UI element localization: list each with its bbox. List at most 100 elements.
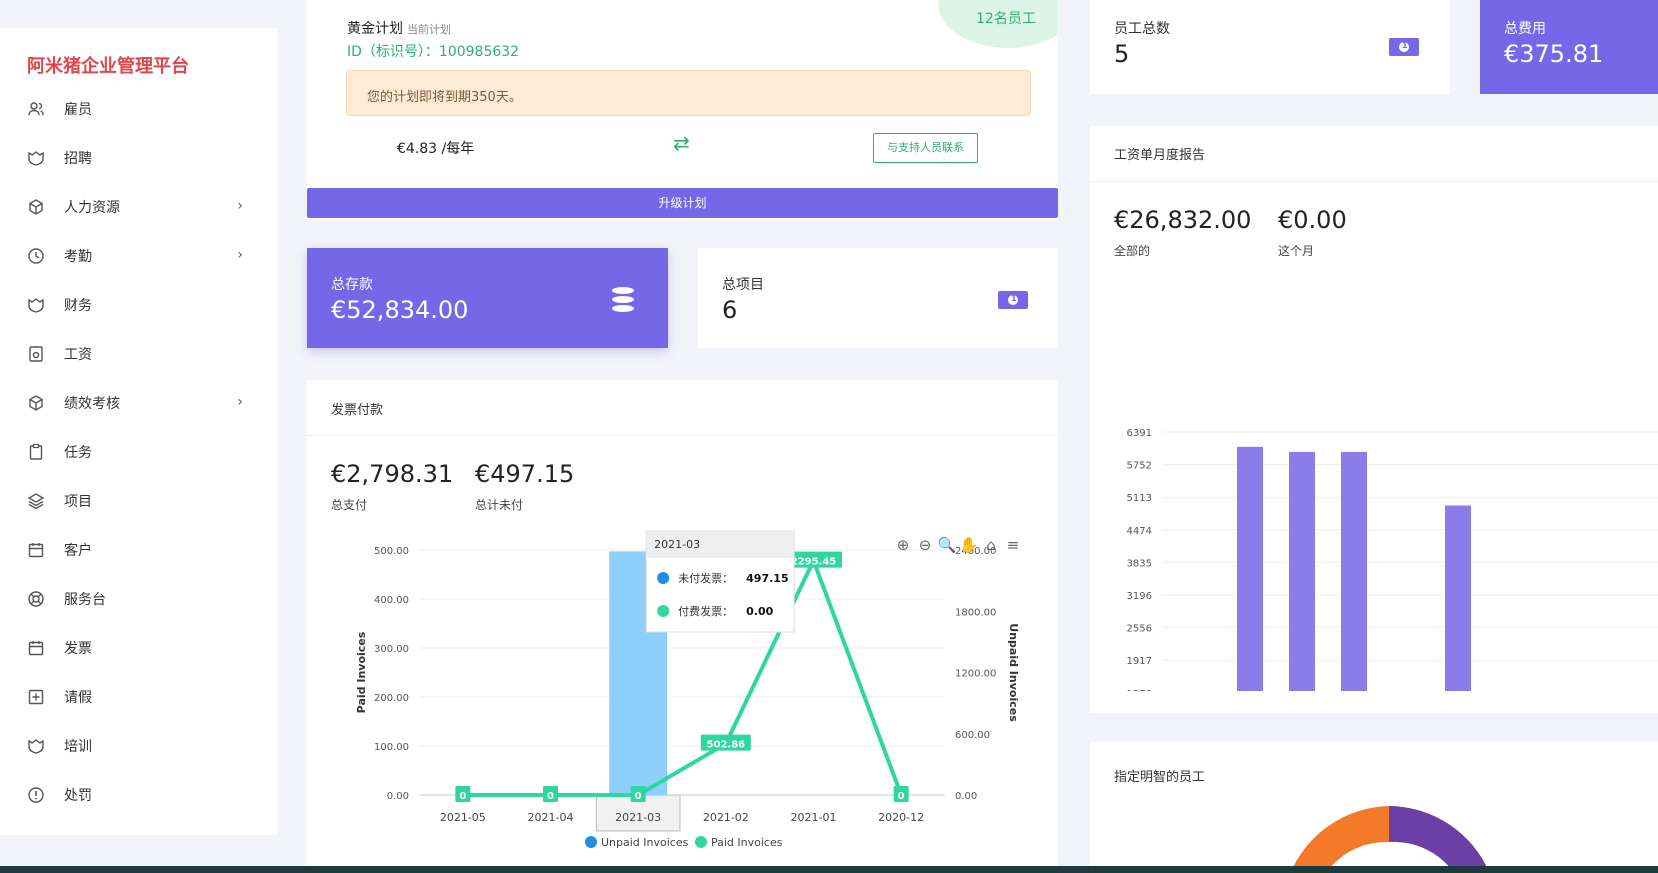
data-label: 0 (459, 791, 466, 802)
sidebar-item[interactable]: 培训 (0, 721, 277, 770)
y-tick-right: 1800.00 (955, 607, 996, 618)
bar-payroll (1289, 451, 1315, 691)
y-tick-left: 200.00 (374, 693, 409, 704)
payroll-section-title: 工资单月度报告 (1114, 148, 1206, 163)
zoom-out-icon[interactable]: ⊖ (919, 536, 932, 554)
sidebar-item[interactable]: 人力资源 › (0, 182, 277, 231)
sidebar-item[interactable]: 项目 (0, 476, 277, 525)
invoice-section-title: 发票付款 (331, 403, 384, 418)
total-projects-card: 总项目 6 (698, 248, 1058, 348)
total-projects-value: 6 (722, 296, 738, 324)
y-tick-right: 0.00 (955, 791, 977, 802)
tooltip-value: 497.15 (746, 572, 788, 585)
tooltip-value: 0.00 (746, 605, 773, 618)
current-plan-tag: 当前计划 (407, 23, 451, 36)
clipboard-icon (26, 442, 46, 462)
sidebar-item[interactable]: 请假 (0, 672, 277, 721)
legend-label: Paid Invoices (711, 836, 783, 849)
sidebar-item[interactable]: 雇员 (0, 84, 277, 133)
sidebar-item-label: 人力资源 (64, 199, 120, 216)
sidebar-item-label: 服务台 (64, 591, 106, 608)
sidebar-item-label: 招聘 (64, 150, 92, 167)
sidebar-item[interactable]: 任务 (0, 427, 277, 476)
contact-support-button[interactable]: 与支持人员联系 (873, 133, 978, 163)
total-paid-value: €2,798.31 (331, 460, 454, 488)
payroll-total-label: 全部的 (1114, 244, 1151, 258)
sidebar-item-label: 工资 (64, 346, 92, 363)
sidebar-item[interactable]: 绩效考核 › (0, 378, 277, 427)
total-cost-card: 总费用 €375.81 (1480, 0, 1658, 94)
y-tick: 4474 (1127, 526, 1152, 537)
y-tick: 1278 (1127, 689, 1152, 691)
sidebar-item-label: 财务 (64, 297, 92, 314)
calendar-icon (26, 638, 46, 658)
alert-circle-icon (26, 785, 46, 805)
sidebar: 阿米猪企业管理平台 雇员 招聘 人力资源 › 考勤 › 财务 工资 绩效考核 › 任务 项目 客户 服务台… (0, 28, 277, 835)
total-unpaid-label: 总计未付 (475, 498, 524, 512)
y-axis-label-left: Paid Invoices (355, 631, 368, 713)
sidebar-item[interactable]: 客户 (0, 525, 277, 574)
badge-icon (26, 148, 46, 168)
total-employees-card: 员工总数 5 (1090, 0, 1450, 94)
sidebar-item[interactable]: 工资 (0, 329, 277, 378)
donut-segment-orange (1290, 806, 1389, 873)
menu-icon[interactable]: ≡ (1007, 536, 1020, 554)
x-tick-label: 2021-01 (791, 811, 837, 824)
cube-icon (26, 197, 46, 217)
pan-icon[interactable]: ✋ (960, 536, 979, 554)
zoom-in-icon[interactable]: ⊕ (897, 536, 910, 554)
x-tick-label: 2020-12 (878, 811, 924, 824)
y-tick: 3835 (1127, 558, 1152, 569)
expiry-alert: 您的计划即将到期350天。 (346, 70, 1031, 116)
x-tick-label: 2021-03 (615, 811, 661, 824)
chevron-right-icon: › (237, 247, 243, 263)
total-unpaid-value: €497.15 (475, 460, 575, 488)
sidebar-item-label: 培训 (64, 738, 92, 755)
legend-item[interactable]: Unpaid Invoices (585, 836, 689, 849)
users-icon (26, 99, 46, 119)
data-label: 0 (635, 791, 642, 802)
sidebar-item-label: 处罚 (64, 787, 92, 804)
x-tick-label: 2021-02 (703, 811, 749, 824)
tooltip-marker-unpaid (657, 572, 670, 584)
tooltip-label: 未付发票： (678, 571, 733, 585)
total-employees-label: 员工总数 (1114, 21, 1170, 37)
divider (307, 435, 1058, 436)
x-tick-label: 2021-05 (440, 811, 486, 824)
money-icon (998, 291, 1028, 309)
invoice-chart: 0.00 100.00 200.00 300.00 400.00 500.00 0.00 60… (355, 530, 1020, 849)
sidebar-item-label: 绩效考核 (64, 395, 120, 412)
home-icon[interactable]: ⌂ (986, 536, 996, 554)
sidebar-item[interactable]: 服务台 (0, 574, 277, 623)
y-tick-left: 100.00 (374, 742, 409, 753)
total-employees-value: 5 (1114, 40, 1130, 68)
total-cost-value: €375.81 (1504, 40, 1604, 68)
donut-chart (1290, 806, 1490, 873)
payroll-report-card: 工资单月度报告 €26,832.00 全部的 €0.00 这个月 0639127… (1090, 126, 1658, 713)
sidebar-item-label: 考勤 (64, 248, 92, 265)
sidebar-item[interactable]: 考勤 › (0, 231, 277, 280)
sidebar-item-label: 客户 (64, 542, 92, 559)
magnifier-icon[interactable]: 🔍 (938, 535, 957, 554)
data-label: 2295.45 (791, 557, 837, 568)
cube-icon (26, 393, 46, 413)
plan-id: ID（标识号）：100985632 (347, 44, 520, 60)
sidebar-item[interactable]: 招聘 (0, 133, 277, 182)
legend-item[interactable]: Paid Invoices (695, 836, 783, 849)
total-paid-label: 总支付 (331, 498, 368, 512)
brand-title: 阿米猪企业管理平台 (27, 56, 189, 77)
database-icon (612, 287, 634, 313)
swap-icon[interactable]: ⇄ (673, 131, 690, 155)
sidebar-item[interactable]: 处罚 (0, 770, 277, 819)
bar-payroll (1445, 505, 1471, 691)
sidebar-item-label: 雇员 (64, 101, 92, 118)
bar-payroll (1341, 451, 1367, 691)
taskbar-strip (0, 866, 1658, 873)
upgrade-plan-button[interactable]: 升级计划 (307, 188, 1058, 218)
sidebar-item-label: 请假 (64, 689, 92, 706)
total-deposit-label: 总存款 (331, 277, 373, 293)
sidebar-item[interactable]: 发票 (0, 623, 277, 672)
plan-card: 12名员工 黄金计划 当前计划 ID（标识号）：100985632 您的计划即将到… (307, 0, 1058, 220)
designation-employees-card: 指定明智的员工 (1090, 742, 1658, 873)
sidebar-item[interactable]: 财务 (0, 280, 277, 329)
